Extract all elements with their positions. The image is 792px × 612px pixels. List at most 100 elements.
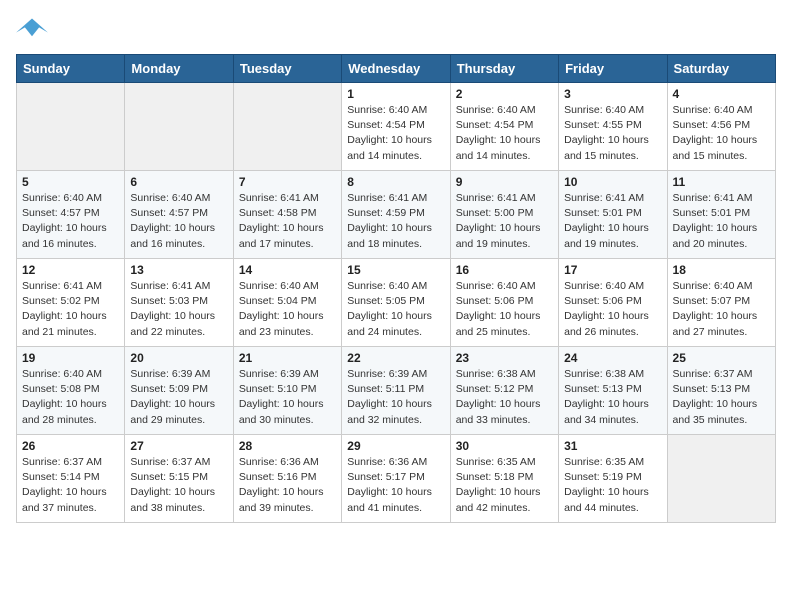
- day-number: 5: [22, 175, 119, 189]
- calendar-cell: 12 Sunrise: 6:41 AM Sunset: 5:02 PM Dayli…: [17, 259, 125, 347]
- weekday-header-thursday: Thursday: [450, 55, 558, 83]
- day-info: Sunrise: 6:37 AM Sunset: 5:13 PM Dayligh…: [673, 367, 770, 428]
- calendar-cell: [17, 83, 125, 171]
- day-info: Sunrise: 6:40 AM Sunset: 5:06 PM Dayligh…: [564, 279, 661, 340]
- calendar-cell: 5 Sunrise: 6:40 AM Sunset: 4:57 PM Daylig…: [17, 171, 125, 259]
- calendar-cell: [233, 83, 341, 171]
- day-info: Sunrise: 6:41 AM Sunset: 5:00 PM Dayligh…: [456, 191, 553, 252]
- calendar-cell: [667, 435, 775, 523]
- day-number: 2: [456, 87, 553, 101]
- calendar-cell: 19 Sunrise: 6:40 AM Sunset: 5:08 PM Dayli…: [17, 347, 125, 435]
- day-number: 22: [347, 351, 444, 365]
- day-info: Sunrise: 6:41 AM Sunset: 5:01 PM Dayligh…: [673, 191, 770, 252]
- calendar-cell: 6 Sunrise: 6:40 AM Sunset: 4:57 PM Daylig…: [125, 171, 233, 259]
- day-info: Sunrise: 6:41 AM Sunset: 5:03 PM Dayligh…: [130, 279, 227, 340]
- day-info: Sunrise: 6:40 AM Sunset: 5:08 PM Dayligh…: [22, 367, 119, 428]
- calendar: SundayMondayTuesdayWednesdayThursdayFrid…: [16, 54, 776, 523]
- calendar-cell: 1Sunrise: 6:40 AM Sunset: 4:54 PM Daylig…: [342, 83, 450, 171]
- day-info: Sunrise: 6:40 AM Sunset: 5:06 PM Dayligh…: [456, 279, 553, 340]
- day-info: Sunrise: 6:38 AM Sunset: 5:13 PM Dayligh…: [564, 367, 661, 428]
- day-info: Sunrise: 6:37 AM Sunset: 5:14 PM Dayligh…: [22, 455, 119, 516]
- day-number: 20: [130, 351, 227, 365]
- calendar-cell: 3 Sunrise: 6:40 AM Sunset: 4:55 PM Daylig…: [559, 83, 667, 171]
- calendar-cell: 21 Sunrise: 6:39 AM Sunset: 5:10 PM Dayli…: [233, 347, 341, 435]
- weekday-header-friday: Friday: [559, 55, 667, 83]
- day-info: Sunrise: 6:40 AM Sunset: 5:05 PM Dayligh…: [347, 279, 444, 340]
- day-number: 21: [239, 351, 336, 365]
- calendar-week-row: 19 Sunrise: 6:40 AM Sunset: 5:08 PM Dayli…: [17, 347, 776, 435]
- day-number: 25: [673, 351, 770, 365]
- day-number: 10: [564, 175, 661, 189]
- calendar-week-row: 12 Sunrise: 6:41 AM Sunset: 5:02 PM Dayli…: [17, 259, 776, 347]
- day-info: Sunrise: 6:40 AM Sunset: 4:54 PM Dayligh…: [456, 103, 553, 164]
- day-info: Sunrise: 6:37 AM Sunset: 5:15 PM Dayligh…: [130, 455, 227, 516]
- day-info: Sunrise: 6:36 AM Sunset: 5:17 PM Dayligh…: [347, 455, 444, 516]
- day-number: 28: [239, 439, 336, 453]
- day-number: 17: [564, 263, 661, 277]
- day-info: Sunrise: 6:40 AM Sunset: 5:07 PM Dayligh…: [673, 279, 770, 340]
- day-number: 16: [456, 263, 553, 277]
- calendar-cell: 10 Sunrise: 6:41 AM Sunset: 5:01 PM Dayli…: [559, 171, 667, 259]
- calendar-cell: 9 Sunrise: 6:41 AM Sunset: 5:00 PM Daylig…: [450, 171, 558, 259]
- calendar-cell: 16 Sunrise: 6:40 AM Sunset: 5:06 PM Dayli…: [450, 259, 558, 347]
- calendar-cell: 13Sunrise: 6:41 AM Sunset: 5:03 PM Dayli…: [125, 259, 233, 347]
- day-number: 26: [22, 439, 119, 453]
- day-info: Sunrise: 6:40 AM Sunset: 4:55 PM Dayligh…: [564, 103, 661, 164]
- day-number: 4: [673, 87, 770, 101]
- day-number: 15: [347, 263, 444, 277]
- page-header: [16, 16, 776, 44]
- day-info: Sunrise: 6:39 AM Sunset: 5:09 PM Dayligh…: [130, 367, 227, 428]
- weekday-header-saturday: Saturday: [667, 55, 775, 83]
- weekday-header-tuesday: Tuesday: [233, 55, 341, 83]
- calendar-cell: 28 Sunrise: 6:36 AM Sunset: 5:16 PM Dayli…: [233, 435, 341, 523]
- day-number: 12: [22, 263, 119, 277]
- calendar-cell: 17 Sunrise: 6:40 AM Sunset: 5:06 PM Dayli…: [559, 259, 667, 347]
- day-number: 18: [673, 263, 770, 277]
- calendar-cell: 25 Sunrise: 6:37 AM Sunset: 5:13 PM Dayli…: [667, 347, 775, 435]
- calendar-cell: 20 Sunrise: 6:39 AM Sunset: 5:09 PM Dayli…: [125, 347, 233, 435]
- calendar-cell: 7Sunrise: 6:41 AM Sunset: 4:58 PM Daylig…: [233, 171, 341, 259]
- calendar-body: 1 Sunrise: 6:40 AM Sunset: 4:54 PM Daylig…: [17, 83, 776, 523]
- day-number: 11: [673, 175, 770, 189]
- calendar-cell: 8 Sunrise: 6:41 AM Sunset: 4:59 PM Daylig…: [342, 171, 450, 259]
- day-number: 30: [456, 439, 553, 453]
- calendar-cell: 14Sunrise: 6:40 AM Sunset: 5:04 PM Dayli…: [233, 259, 341, 347]
- day-info: Sunrise: 6:41 AM Sunset: 5:01 PM Dayligh…: [564, 191, 661, 252]
- day-number: 8: [347, 175, 444, 189]
- calendar-week-row: 26 Sunrise: 6:37 AM Sunset: 5:14 PM Dayli…: [17, 435, 776, 523]
- day-info: Sunrise: 6:35 AM Sunset: 5:19 PM Dayligh…: [564, 455, 661, 516]
- day-number: 6: [130, 175, 227, 189]
- day-number: 24: [564, 351, 661, 365]
- calendar-cell: 4Sunrise: 6:40 AM Sunset: 4:56 PM Daylig…: [667, 83, 775, 171]
- day-info: Sunrise: 6:40 AM Sunset: 4:57 PM Dayligh…: [130, 191, 227, 252]
- weekday-header-monday: Monday: [125, 55, 233, 83]
- calendar-cell: 11 Sunrise: 6:41 AM Sunset: 5:01 PM Dayli…: [667, 171, 775, 259]
- day-number: 14: [239, 263, 336, 277]
- day-info: Sunrise: 6:39 AM Sunset: 5:11 PM Dayligh…: [347, 367, 444, 428]
- day-info: Sunrise: 6:36 AM Sunset: 5:16 PM Dayligh…: [239, 455, 336, 516]
- day-number: 29: [347, 439, 444, 453]
- calendar-cell: 26 Sunrise: 6:37 AM Sunset: 5:14 PM Dayli…: [17, 435, 125, 523]
- calendar-cell: 27 Sunrise: 6:37 AM Sunset: 5:15 PM Dayli…: [125, 435, 233, 523]
- day-info: Sunrise: 6:41 AM Sunset: 4:59 PM Dayligh…: [347, 191, 444, 252]
- day-number: 19: [22, 351, 119, 365]
- logo: [16, 16, 52, 44]
- day-info: Sunrise: 6:40 AM Sunset: 4:57 PM Dayligh…: [22, 191, 119, 252]
- day-number: 31: [564, 439, 661, 453]
- calendar-week-row: 5 Sunrise: 6:40 AM Sunset: 4:57 PM Daylig…: [17, 171, 776, 259]
- day-number: 1: [347, 87, 444, 101]
- day-info: Sunrise: 6:38 AM Sunset: 5:12 PM Dayligh…: [456, 367, 553, 428]
- day-number: 3: [564, 87, 661, 101]
- calendar-cell: [125, 83, 233, 171]
- weekday-header-row: SundayMondayTuesdayWednesdayThursdayFrid…: [17, 55, 776, 83]
- day-info: Sunrise: 6:35 AM Sunset: 5:18 PM Dayligh…: [456, 455, 553, 516]
- calendar-cell: 18 Sunrise: 6:40 AM Sunset: 5:07 PM Dayli…: [667, 259, 775, 347]
- day-number: 23: [456, 351, 553, 365]
- day-number: 27: [130, 439, 227, 453]
- day-number: 9: [456, 175, 553, 189]
- calendar-cell: 31 Sunrise: 6:35 AM Sunset: 5:19 PM Dayli…: [559, 435, 667, 523]
- day-info: Sunrise: 6:39 AM Sunset: 5:10 PM Dayligh…: [239, 367, 336, 428]
- day-info: Sunrise: 6:41 AM Sunset: 5:02 PM Dayligh…: [22, 279, 119, 340]
- weekday-header-sunday: Sunday: [17, 55, 125, 83]
- day-info: Sunrise: 6:41 AM Sunset: 4:58 PM Dayligh…: [239, 191, 336, 252]
